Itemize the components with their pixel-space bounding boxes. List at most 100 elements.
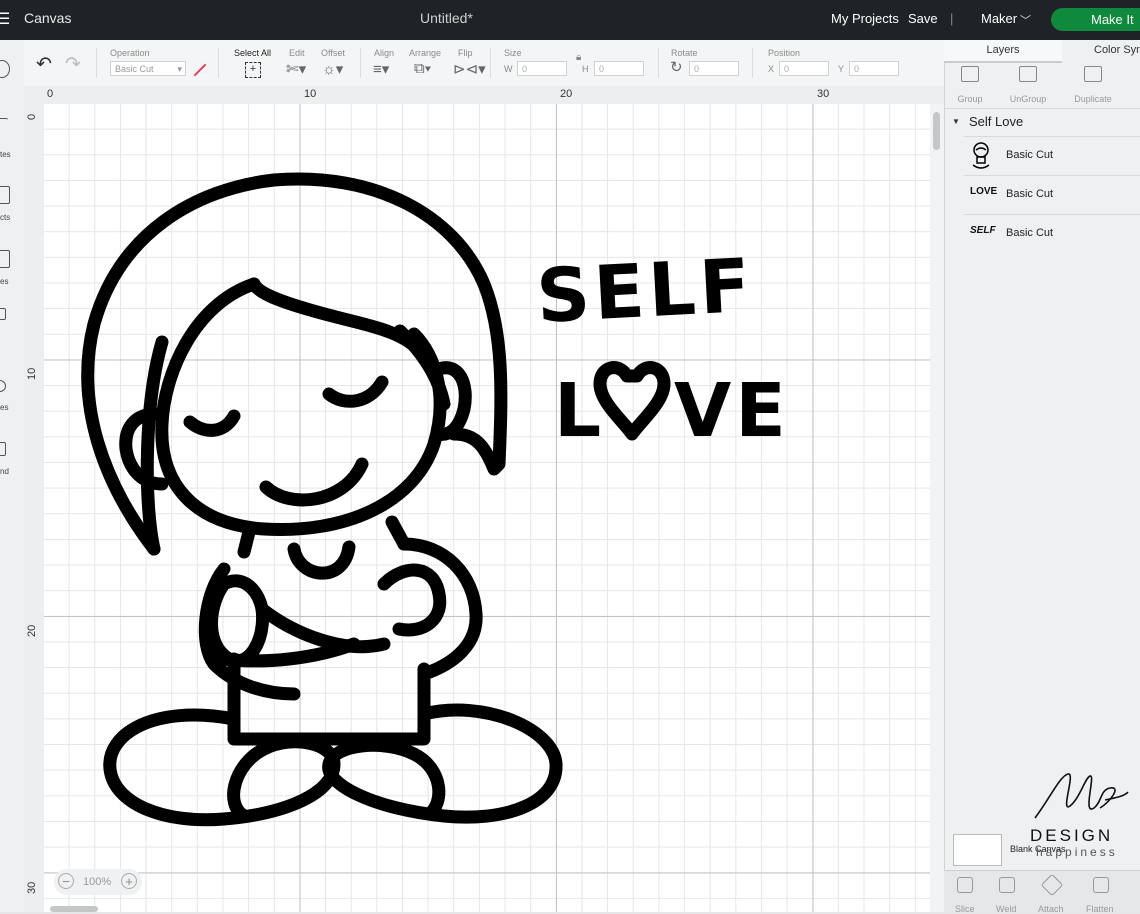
shapes-icon[interactable]	[0, 380, 6, 392]
ruler-tick-label: 20	[26, 624, 38, 637]
blank-canvas-swatch[interactable]	[953, 834, 1002, 866]
layer-label: Basic Cut	[1006, 149, 1054, 161]
divider	[360, 48, 361, 78]
ruler-tick-label: 30	[817, 88, 830, 100]
duplicate-label: Duplicate	[1074, 94, 1112, 104]
zoom-out-button[interactable]: −	[58, 873, 74, 889]
divider	[658, 48, 659, 78]
text-icon[interactable]	[0, 308, 6, 320]
upload-icon[interactable]	[0, 442, 6, 456]
slice-icon[interactable]	[957, 877, 973, 893]
ruler-left: 0 10 20 30	[24, 104, 45, 912]
ruler-tick-label: 20	[560, 88, 573, 100]
y-value: 0	[854, 64, 860, 74]
layer-group-name: Self Love	[969, 114, 1024, 129]
attach-button[interactable]: Attach	[1038, 904, 1064, 914]
operation-select[interactable]: Basic Cut ▾	[110, 61, 186, 76]
ungroup-icon	[1019, 66, 1037, 82]
weld-icon[interactable]	[999, 877, 1015, 893]
horizontal-scroll-thumb[interactable]	[50, 906, 98, 912]
rail-label-images[interactable]: es	[0, 277, 24, 286]
ruler-tick-label: 0	[26, 113, 38, 120]
duplicate-button[interactable]: Duplicate	[1063, 64, 1123, 104]
machine-select[interactable]: Maker	[981, 11, 1017, 26]
images-icon[interactable]	[0, 250, 10, 268]
layer-row[interactable]: LOVE Basic Cut	[964, 175, 1140, 214]
x-field[interactable]: 0	[779, 61, 829, 76]
vertical-scroll-thumb[interactable]	[933, 112, 940, 150]
heart-icon	[593, 361, 671, 441]
lock-icon[interactable]: 🔒︎	[576, 52, 581, 63]
tab-layers[interactable]: Layers	[944, 40, 1062, 63]
align-icon[interactable]: ≡▾	[373, 60, 389, 78]
hamburger-icon[interactable]: ☰	[0, 9, 10, 29]
self-text-thumb: SELF	[970, 225, 996, 236]
projects-icon[interactable]	[0, 186, 10, 204]
vertical-scrollbar[interactable]	[930, 104, 944, 912]
offset-icon[interactable]: ☼▾	[322, 60, 343, 78]
weld-button[interactable]: Weld	[996, 904, 1016, 914]
left-rail: tes cts es es nd	[0, 40, 25, 912]
edit-icon[interactable]: ✄▾	[286, 60, 306, 78]
undo-icon[interactable]: ↶	[36, 53, 52, 76]
face-outline	[155, 277, 447, 537]
y-field[interactable]: 0	[849, 61, 899, 76]
layer-row[interactable]: Basic Cut	[964, 136, 1140, 175]
ruler-tick-label: 0	[47, 88, 54, 100]
new-icon[interactable]	[0, 60, 10, 78]
duplicate-icon	[1084, 66, 1102, 82]
flatten-icon[interactable]	[1093, 877, 1109, 893]
tab-color-sync[interactable]: Color Sync	[1062, 40, 1140, 61]
make-it-button[interactable]: Make It	[1051, 8, 1140, 31]
height-field[interactable]: 0	[594, 61, 644, 76]
cut-line-color-icon[interactable]	[193, 63, 207, 77]
x-value: 0	[784, 64, 790, 74]
layer-label: Basic Cut	[1006, 188, 1054, 200]
divider	[96, 48, 97, 78]
width-prefix: W	[504, 64, 513, 74]
rail-label-projects[interactable]: cts	[0, 213, 24, 222]
save-button[interactable]: Save	[908, 11, 938, 26]
divider	[752, 48, 753, 78]
layer-row[interactable]: SELF Basic Cut	[964, 214, 1140, 253]
caret-down-icon[interactable]: ▼	[952, 117, 960, 126]
slice-button[interactable]: Slice	[955, 904, 975, 914]
rotate-field[interactable]: 0	[689, 61, 739, 76]
divider	[944, 108, 1140, 109]
art-word-self: SELF	[534, 243, 756, 340]
app-title: Canvas	[24, 10, 72, 26]
rail-label-templates[interactable]: tes	[0, 150, 24, 159]
x-prefix: X	[768, 64, 775, 74]
self-love-design[interactable]: SELF L VE	[44, 104, 930, 912]
rail-label-shapes[interactable]: es	[0, 403, 24, 412]
flip-icon[interactable]: ⊳⊲▾	[453, 60, 486, 78]
left-leg	[103, 708, 341, 827]
ruler-tick-label: 10	[26, 367, 38, 380]
zoom-in-button[interactable]: +	[121, 873, 137, 889]
ungroup-button[interactable]: UnGroup	[998, 64, 1058, 104]
layer-label: Basic Cut	[1006, 227, 1054, 239]
flatten-button[interactable]: Flatten	[1086, 904, 1114, 914]
arrange-icon[interactable]: ⧉▾	[414, 60, 431, 77]
group-button[interactable]: Group	[940, 64, 1000, 104]
select-all-icon[interactable]: +	[245, 62, 261, 78]
my-projects-link[interactable]: My Projects	[831, 11, 899, 26]
redo-icon[interactable]: ↷	[65, 53, 81, 76]
art-word-love-ve: VE	[674, 368, 790, 454]
width-field[interactable]: 0	[517, 61, 567, 76]
chevron-down-icon[interactable]: ﹀	[1020, 12, 1031, 28]
watermark-design: DESIGN	[1030, 826, 1114, 845]
height-value: 0	[599, 64, 605, 74]
ungroup-label: UnGroup	[1009, 94, 1047, 104]
align-label: Align	[374, 48, 395, 58]
zoom-level: 100%	[83, 876, 112, 888]
templates-icon[interactable]	[0, 118, 8, 135]
right-eye	[322, 375, 389, 408]
y-prefix: Y	[838, 64, 845, 74]
shirt	[227, 652, 431, 746]
rail-label-upload[interactable]: nd	[0, 467, 24, 476]
separator: |	[950, 11, 954, 26]
group-label: Group	[957, 94, 983, 104]
select-all-label[interactable]: Select All	[234, 48, 271, 58]
left-eye	[183, 409, 241, 437]
